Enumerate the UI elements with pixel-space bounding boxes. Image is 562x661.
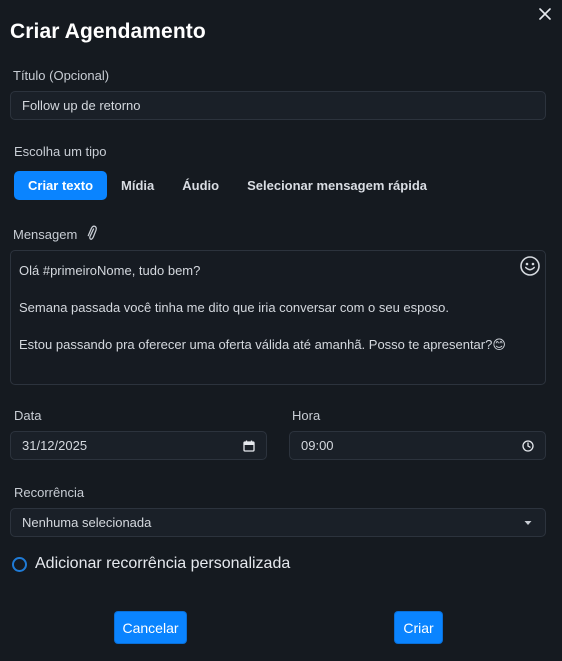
close-icon[interactable]	[536, 5, 554, 23]
custom-recurrence-radio[interactable]	[12, 556, 27, 572]
date-label: Data	[14, 408, 42, 423]
chevron-down-icon[interactable]	[521, 516, 535, 530]
tab-quick-message[interactable]: Selecionar mensagem rápida	[233, 171, 441, 200]
time-input-value: 09:00	[301, 438, 334, 453]
tab-audio[interactable]: Áudio	[168, 171, 233, 200]
message-textarea[interactable]: Olá #primeiroNome, tudo bem? Semana pass…	[10, 250, 546, 385]
message-line: Estou passando pra oferecer uma oferta v…	[19, 337, 506, 352]
clock-icon[interactable]	[521, 439, 535, 453]
recurrence-selected-value: Nenhuma selecionada	[22, 515, 152, 530]
message-label: Mensagem	[13, 227, 78, 242]
cancel-button[interactable]: Cancelar	[115, 612, 186, 643]
message-line: Olá #primeiroNome, tudo bem?	[19, 263, 201, 278]
attachment-icon[interactable]	[86, 225, 98, 242]
title-input-value: Follow up de retorno	[22, 98, 141, 113]
create-button[interactable]: Criar	[395, 612, 442, 643]
time-input[interactable]: 09:00	[289, 431, 546, 460]
date-input[interactable]: 31/12/2025	[10, 431, 267, 460]
schedule-dialog: Criar Agendamento Título (Opcional) Foll…	[0, 0, 562, 661]
custom-recurrence-option[interactable]: Adicionar recorrência personalizada	[12, 553, 290, 575]
time-label: Hora	[292, 408, 321, 423]
type-label: Escolha um tipo	[14, 144, 107, 159]
title-input[interactable]: Follow up de retorno	[10, 91, 546, 120]
message-line: Semana passada você tinha me dito que ir…	[19, 300, 449, 315]
dialog-title: Criar Agendamento	[10, 20, 206, 43]
type-tabs: Criar texto Mídia Áudio Selecionar mensa…	[14, 171, 441, 200]
tab-text[interactable]: Criar texto	[14, 171, 108, 200]
emoji-icon[interactable]	[519, 255, 541, 277]
date-input-value: 31/12/2025	[22, 438, 88, 453]
recurrence-label: Recorrência	[14, 485, 85, 500]
title-label: Título (Opcional)	[13, 68, 110, 83]
recurrence-select[interactable]: Nenhuma selecionada	[10, 508, 546, 537]
calendar-icon[interactable]	[242, 439, 256, 453]
custom-recurrence-label: Adicionar recorrência personalizada	[35, 555, 291, 572]
tab-media[interactable]: Mídia	[107, 171, 168, 200]
